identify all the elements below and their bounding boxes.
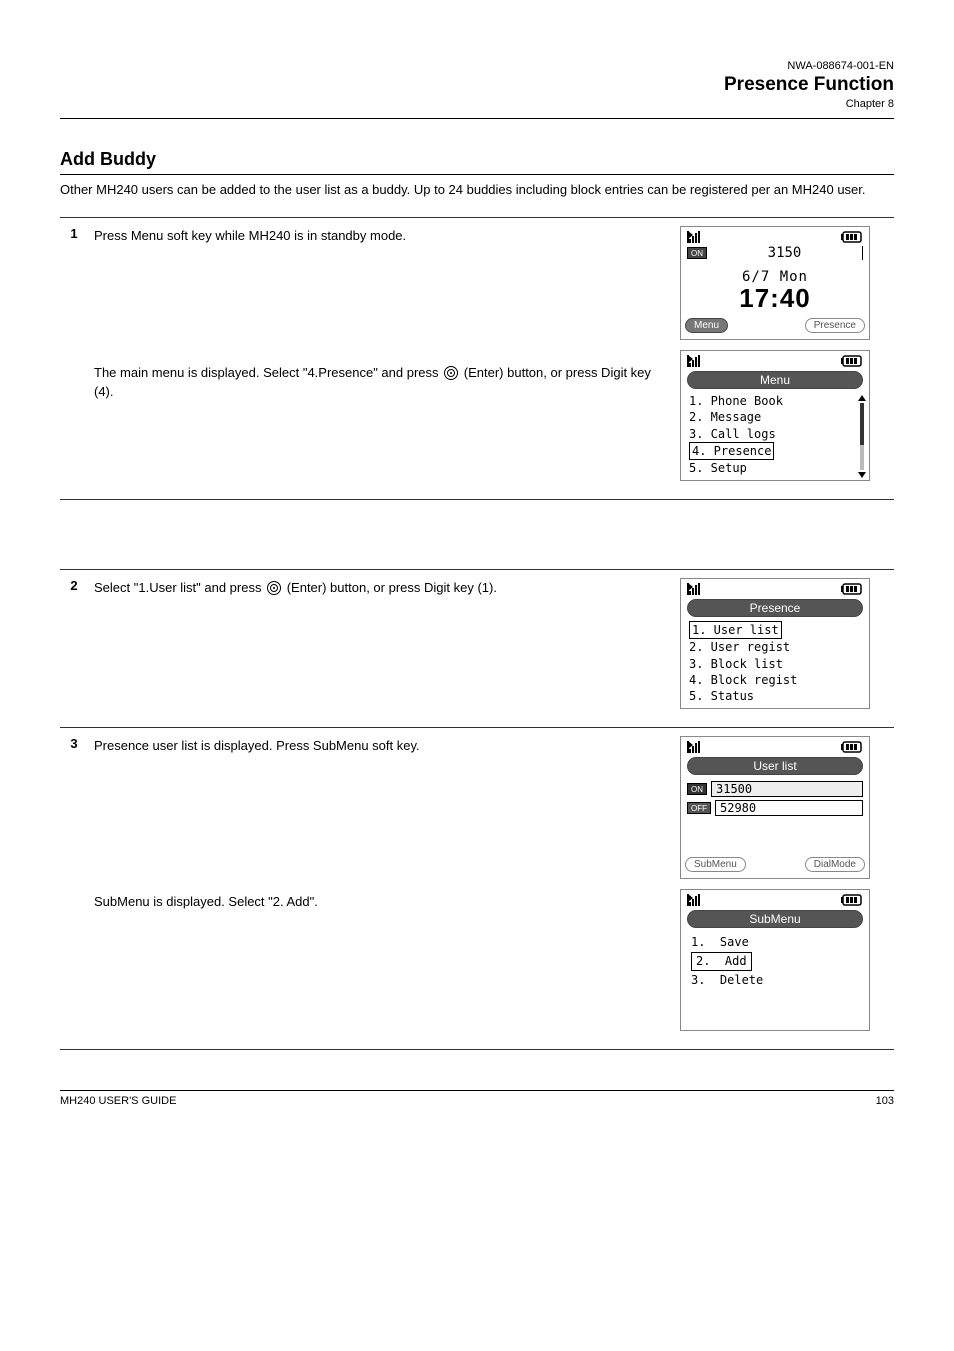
- footer-page-number: 103: [876, 1095, 894, 1107]
- page-footer: MH240 USER'S GUIDE 103: [60, 1090, 894, 1107]
- steps-table: 1 Press Menu soft key while MH240 is in …: [60, 217, 894, 1050]
- menu-item[interactable]: 5. Status: [689, 688, 865, 704]
- step-row: 1 Press Menu soft key while MH240 is in …: [60, 218, 894, 500]
- step-description: Press Menu soft key while MH240 is in st…: [88, 218, 674, 500]
- menu-item-selected[interactable]: 4. Presence: [689, 442, 774, 460]
- battery-icon: [841, 894, 863, 906]
- step-text: The main menu is displayed. Select "4.Pr…: [94, 363, 668, 402]
- submenu-list: 1. Save 2. Add 3. Delete: [681, 932, 869, 994]
- chapter-title: Presence Function: [724, 74, 894, 96]
- screen-title: User list: [687, 757, 863, 775]
- on-badge: ON: [687, 247, 707, 259]
- phone-screen-home: ON 3150 6/7 Mon 17:40 Menu Presence: [680, 226, 870, 340]
- menu-list: 1. User list 2. User regist 3. Block lis…: [681, 621, 869, 708]
- menu-item[interactable]: 3. Call logs: [689, 426, 865, 442]
- submenu-item[interactable]: 3. Delete: [691, 972, 863, 989]
- signal-icon: [687, 741, 711, 753]
- menu-item-selected[interactable]: 1. User list: [689, 621, 782, 639]
- phone-screen-presence: Presence 1. User list 2. User regist 3. …: [680, 578, 870, 709]
- menu-item[interactable]: 3. Block list: [689, 656, 865, 672]
- doc-id: NWA-088674-001-EN: [60, 60, 894, 72]
- menu-list: 1. Phone Book 2. Message 3. Call logs 4.…: [681, 393, 869, 480]
- section-rule: [60, 174, 894, 175]
- phone-screen-userlist: User list ON 31500 OFF 52980 SubMenu: [680, 736, 870, 879]
- signal-icon: [687, 231, 711, 243]
- status-badge: OFF: [687, 802, 711, 814]
- signal-icon: [687, 355, 711, 367]
- phone-screen-mainmenu: Menu 1. Phone Book 2. Message 3. Call lo…: [680, 350, 870, 481]
- step-number: 2: [60, 570, 88, 728]
- step-row: 2 Select "1.User list" and press (Enter)…: [60, 570, 894, 728]
- step-number: 3: [60, 728, 88, 1050]
- step-row: 3 Presence user list is displayed. Press…: [60, 728, 894, 1050]
- step-number: 1: [60, 218, 88, 500]
- section-title: Add Buddy: [60, 149, 894, 170]
- page-header: NWA-088674-001-EN Presence Function Chap…: [60, 60, 894, 110]
- user-list-row[interactable]: OFF 52980: [687, 800, 863, 816]
- signal-icon: [687, 894, 711, 906]
- menu-item[interactable]: 1. Phone Book: [689, 393, 865, 409]
- enter-button-icon: [444, 366, 458, 380]
- enter-button-icon: [267, 581, 281, 595]
- softkey-menu[interactable]: Menu: [685, 318, 728, 333]
- softkey-submenu[interactable]: SubMenu: [685, 857, 746, 872]
- step-text: SubMenu is displayed. Select "2. Add".: [94, 892, 668, 912]
- screen-title: Presence: [687, 599, 863, 617]
- menu-item[interactable]: 4. Block regist: [689, 672, 865, 688]
- menu-item[interactable]: 2. Message: [689, 409, 865, 425]
- scrollbar[interactable]: [858, 395, 866, 478]
- battery-icon: [841, 583, 863, 595]
- intro-text: Other MH240 users can be added to the us…: [60, 181, 894, 199]
- menu-item[interactable]: 2. User regist: [689, 639, 865, 655]
- softkey-dialmode[interactable]: DialMode: [805, 857, 865, 872]
- phone-screen-submenu: SubMenu 1. Save 2. Add 3. Delete: [680, 889, 870, 1031]
- user-list-row[interactable]: ON 31500: [687, 781, 863, 797]
- user-id: 31500: [711, 781, 863, 797]
- submenu-item[interactable]: 1. Save: [691, 934, 863, 951]
- screen-title: SubMenu: [687, 910, 863, 928]
- battery-icon: [841, 231, 863, 243]
- battery-icon: [841, 355, 863, 367]
- battery-icon: [841, 741, 863, 753]
- signal-icon: [687, 583, 711, 595]
- footer-doc-title: MH240 USER'S GUIDE: [60, 1095, 176, 1107]
- menu-item[interactable]: 5. Setup: [689, 460, 865, 476]
- step-text: Press Menu soft key while MH240 is in st…: [94, 226, 668, 246]
- header-rule: [60, 118, 894, 119]
- chapter-label: Chapter 8: [60, 98, 894, 110]
- step-description: Presence user list is displayed. Press S…: [88, 728, 674, 1050]
- step-text: Presence user list is displayed. Press S…: [94, 736, 668, 756]
- user-id: 52980: [715, 800, 863, 816]
- extension-id: 3150: [715, 245, 854, 261]
- step-description: Select "1.User list" and press (Enter) b…: [88, 570, 674, 728]
- status-badge: ON: [687, 783, 707, 795]
- screen-title: Menu: [687, 371, 863, 389]
- softkey-presence[interactable]: Presence: [805, 318, 865, 333]
- submenu-item-selected[interactable]: 2. Add: [691, 952, 752, 971]
- time-display: 17:40: [681, 283, 869, 314]
